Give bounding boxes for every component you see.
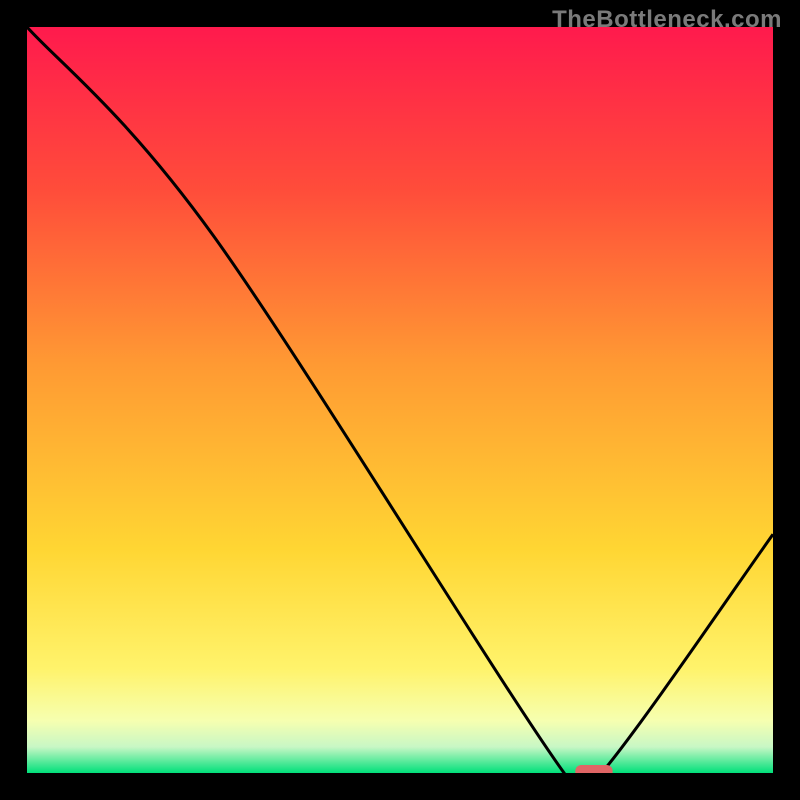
chart-frame: TheBottleneck.com: [0, 0, 800, 800]
plot-background: [27, 27, 773, 773]
selected-point-marker: [575, 765, 612, 773]
bottleneck-chart: [27, 27, 773, 773]
